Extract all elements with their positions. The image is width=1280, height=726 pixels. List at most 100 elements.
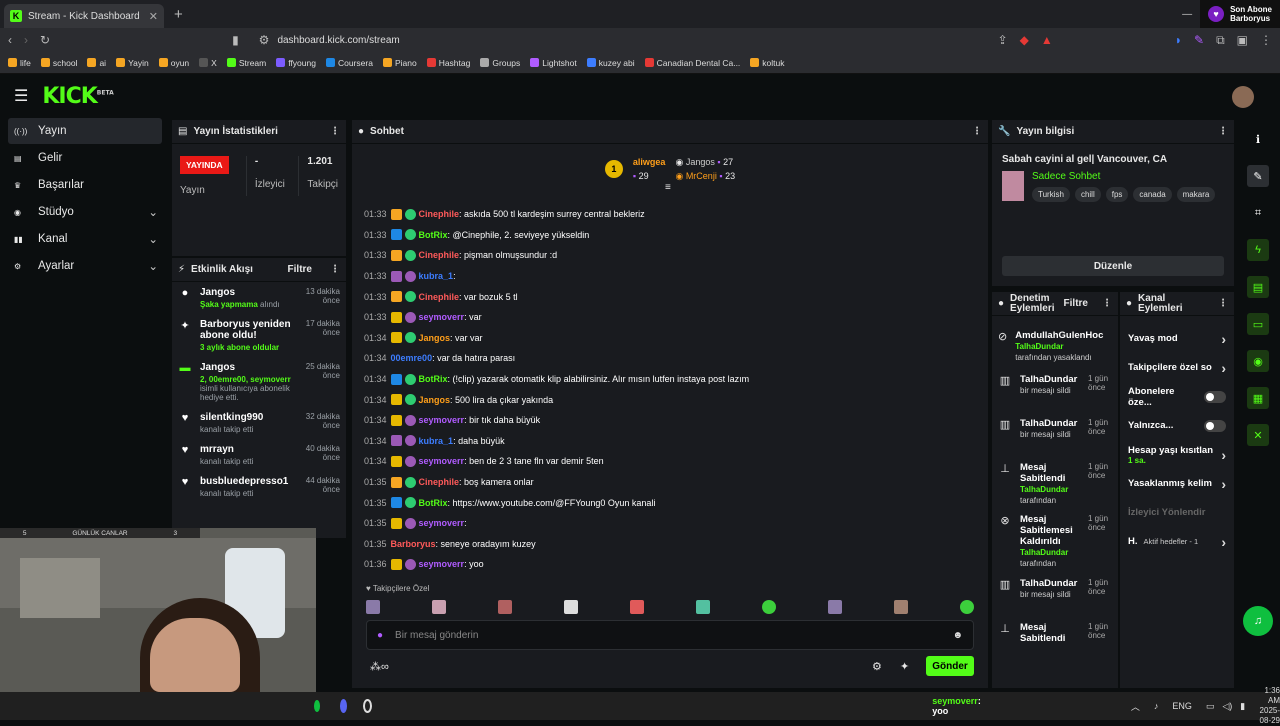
tray-chevron-icon[interactable]: ︿	[1131, 700, 1140, 713]
edit-button[interactable]: Düzenle	[1002, 256, 1224, 276]
loop-icon[interactable]: ⁂∞	[370, 660, 389, 673]
back-icon[interactable]: ‹	[8, 33, 12, 47]
emote[interactable]	[498, 600, 512, 614]
nav-item-2[interactable]: ♛ Başarılar	[8, 172, 162, 198]
browser-tab[interactable]: K Stream - Kick Dashboard ✕	[4, 4, 164, 28]
toggle-switch[interactable]	[1204, 390, 1226, 403]
kanal-menu-icon[interactable]: ⋮	[1218, 298, 1228, 309]
bookmark-item[interactable]: Hashtag	[426, 58, 470, 68]
emote[interactable]	[630, 600, 644, 614]
bookmark-item[interactable]: Yayin	[116, 58, 149, 68]
network-icon[interactable]: ▭	[1206, 701, 1215, 712]
puzzle-icon[interactable]: ⧉	[1216, 33, 1225, 48]
emote[interactable]	[762, 600, 776, 614]
tag-chip[interactable]: chill	[1074, 187, 1101, 202]
message-username[interactable]: seymoverr	[419, 415, 465, 425]
lightning-icon[interactable]: ϟ	[1247, 239, 1269, 261]
new-tab-icon[interactable]: +	[174, 6, 183, 23]
bookmark-item[interactable]: Piano	[382, 58, 417, 68]
channel-action-item[interactable]: Abonelere öze...	[1120, 382, 1234, 411]
chat-bubble-icon[interactable]: ▭	[1247, 313, 1269, 335]
menu-icon[interactable]: ⋮	[1260, 33, 1272, 47]
bookmark-item[interactable]: Canadian Dental Ca...	[644, 58, 740, 68]
bookmark-item[interactable]: X	[199, 58, 217, 68]
message-username[interactable]: seymoverr	[419, 559, 465, 569]
emoji-icon[interactable]: ☻	[952, 630, 963, 641]
channel-action-item[interactable]: Yalnızca...	[1120, 411, 1234, 440]
layout-icon[interactable]: ▦	[1247, 387, 1269, 409]
reload-icon[interactable]: ↻	[40, 33, 50, 47]
tools-icon[interactable]: ✕	[1247, 424, 1269, 446]
nav-item-1[interactable]: ▤ Gelir	[8, 145, 162, 171]
chat-menu-icon[interactable]: ⋮	[972, 126, 982, 137]
emote[interactable]	[894, 600, 908, 614]
stats-menu-icon[interactable]: ⋮	[330, 126, 340, 137]
category-name[interactable]: Sadece Sohbet	[1032, 171, 1215, 182]
forward-icon[interactable]: ›	[24, 33, 28, 47]
edit-icon[interactable]: ✎	[1247, 165, 1269, 187]
nav-item-0[interactable]: ((·)) Yayın	[8, 118, 162, 144]
extension-icon[interactable]: ◆	[1020, 33, 1029, 47]
info-icon[interactable]: ℹ	[1247, 128, 1269, 150]
bookmark-item[interactable]: Groups	[480, 58, 520, 68]
message-username[interactable]: seymoverr	[419, 456, 465, 466]
nav-item-3[interactable]: ◉ Stüdyo ⌄	[8, 199, 162, 225]
chat-input-box[interactable]: ● Bir mesaj gönderin ☻	[366, 620, 974, 650]
bookmark-item[interactable]: ffyoung	[276, 58, 316, 68]
bot-icon[interactable]: ✦	[900, 660, 909, 673]
bookmark-icon[interactable]: ▮	[232, 33, 239, 47]
message-username[interactable]: seymoverr	[419, 518, 465, 528]
url-field[interactable]: ⚙ dashboard.kick.com/stream	[259, 33, 986, 47]
bookmark-item[interactable]: Stream	[226, 58, 266, 68]
channel-action-item[interactable]: İzleyici Yönlendir	[1120, 498, 1234, 527]
tag-chip[interactable]: fps	[1105, 187, 1129, 202]
close-tab-icon[interactable]: ✕	[149, 10, 158, 23]
mic-tray-icon[interactable]: ♪	[1154, 701, 1159, 711]
message-username[interactable]: BotRix	[419, 498, 448, 508]
user-avatar[interactable]	[1232, 86, 1254, 108]
emote[interactable]	[564, 600, 578, 614]
bookmark-item[interactable]: koltuk	[750, 58, 785, 68]
expand-leaderboard-icon[interactable]: ≡	[665, 182, 671, 193]
message-username[interactable]: kubra_1	[419, 436, 454, 446]
settings-icon[interactable]: ⚙	[872, 660, 882, 673]
message-username[interactable]: Cinephile	[419, 250, 460, 260]
minimize-icon[interactable]: —	[1182, 9, 1192, 20]
feed-menu-icon[interactable]: ⋮	[330, 264, 340, 275]
info-menu-icon[interactable]: ⋮	[1218, 126, 1228, 137]
crop-icon[interactable]: ⌗	[1247, 202, 1269, 224]
emote[interactable]	[696, 600, 710, 614]
bookmark-item[interactable]: ai	[87, 58, 106, 68]
tag-chip[interactable]: Turkish	[1032, 187, 1070, 202]
emote[interactable]	[366, 600, 380, 614]
kick-logo[interactable]: KICKBETA	[42, 84, 113, 109]
message-username[interactable]: Cinephile	[419, 477, 460, 487]
channel-action-item[interactable]: H. Aktif hedefler - 1 ›	[1120, 527, 1234, 556]
emote[interactable]	[960, 600, 974, 614]
app-icon[interactable]	[363, 699, 373, 713]
bookmark-item[interactable]: oyun	[158, 58, 189, 68]
message-username[interactable]: Barboryus	[391, 539, 436, 549]
discord-icon[interactable]	[340, 699, 348, 713]
bookmark-item[interactable]: kuzey abi	[586, 58, 635, 68]
message-username[interactable]: Jangos	[419, 395, 451, 405]
bookmark-item[interactable]: school	[40, 58, 77, 68]
message-username[interactable]: Jangos	[419, 333, 451, 343]
pen-icon[interactable]: ✎	[1194, 33, 1204, 47]
bookmark-item[interactable]: Lightshot	[530, 58, 577, 68]
nav-item-4[interactable]: ▮▮ Kanal ⌄	[8, 226, 162, 252]
message-username[interactable]: kubra_1	[419, 271, 454, 281]
message-username[interactable]: seymoverr	[419, 312, 465, 322]
emote[interactable]	[432, 600, 446, 614]
bookmark-item[interactable]: life	[8, 58, 31, 68]
message-username[interactable]: BotRix	[419, 230, 448, 240]
channel-action-item[interactable]: Yasaklanmış kelim ›	[1120, 469, 1234, 498]
hamburger-menu-icon[interactable]: ☰	[14, 86, 28, 106]
mod-menu-icon[interactable]: ⋮	[1102, 298, 1112, 309]
message-username[interactable]: BotRix	[419, 374, 448, 384]
warning-icon[interactable]: ▲	[1041, 33, 1053, 47]
message-username[interactable]: Cinephile	[419, 209, 460, 219]
bookmark-item[interactable]: Coursera	[325, 58, 373, 68]
sidebar-icon[interactable]: ▣	[1237, 33, 1248, 47]
wallet-icon[interactable]: ◗	[1175, 33, 1182, 47]
